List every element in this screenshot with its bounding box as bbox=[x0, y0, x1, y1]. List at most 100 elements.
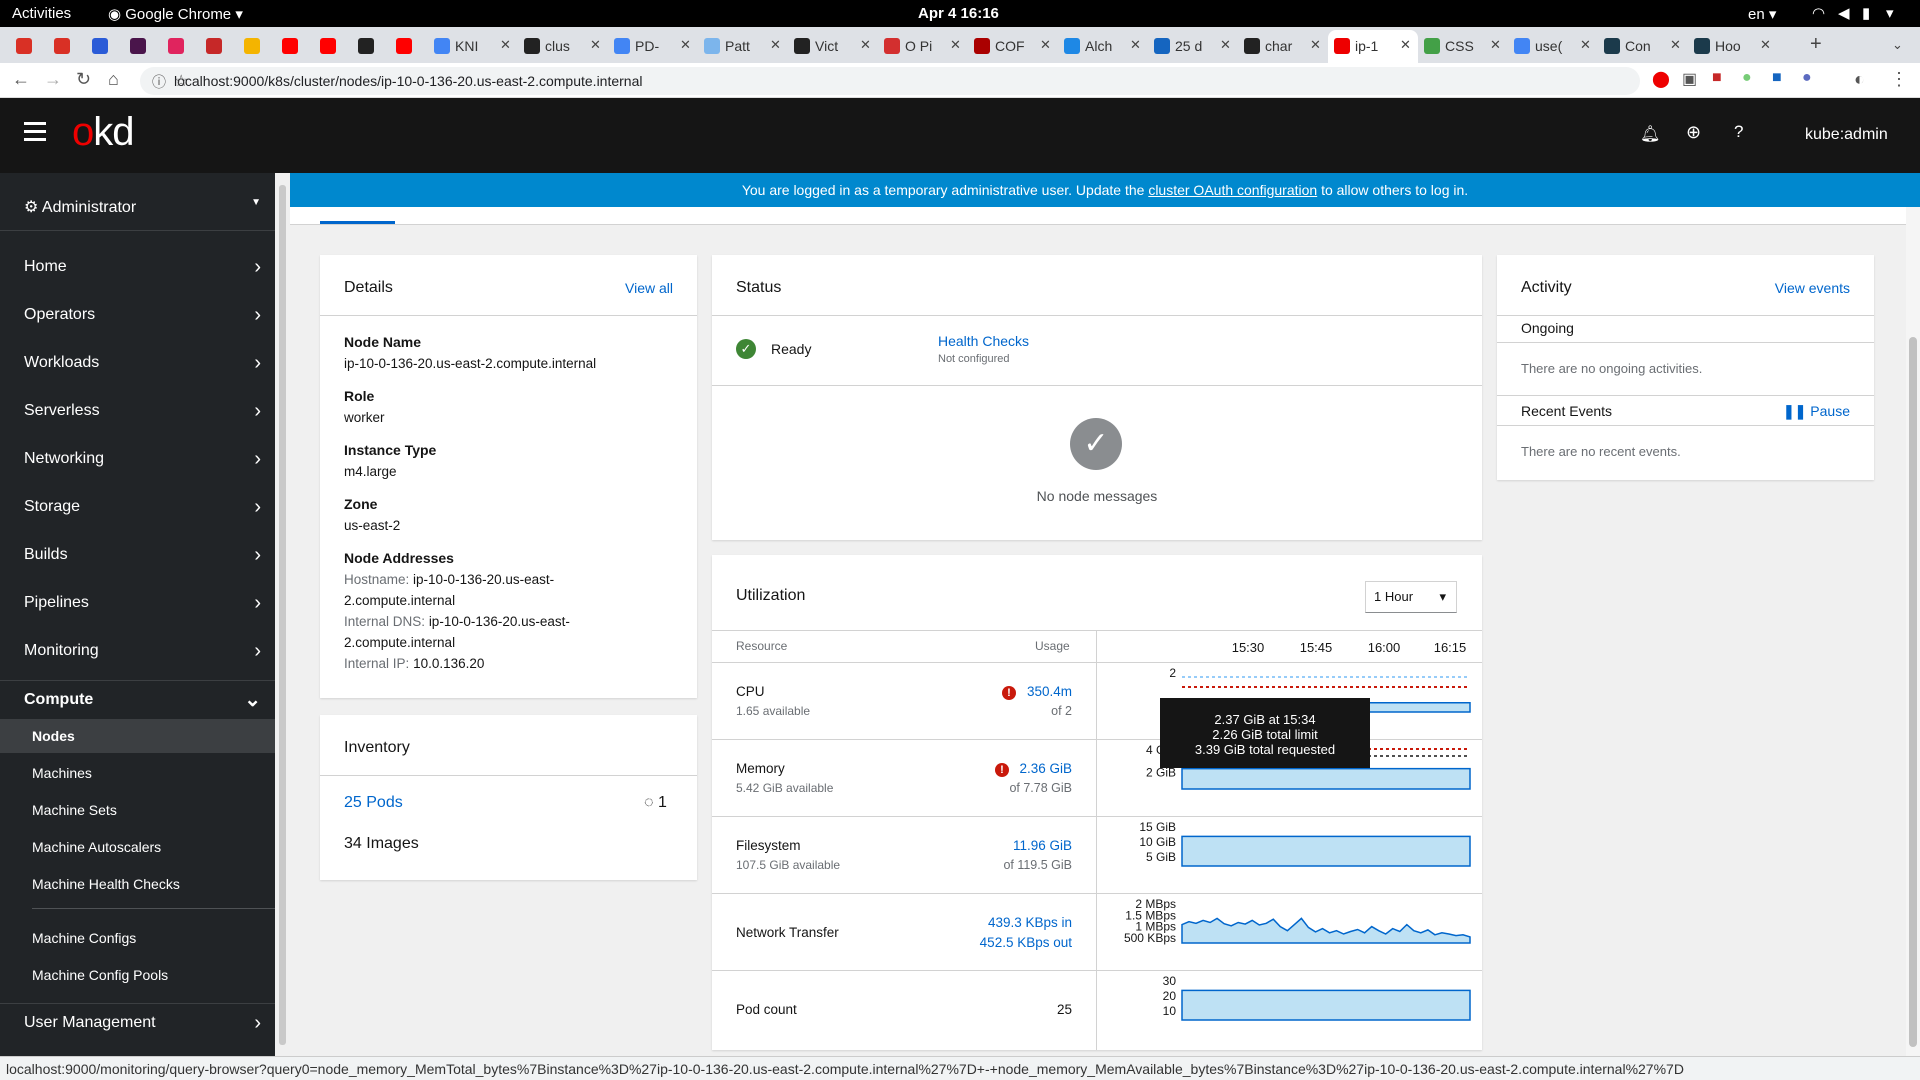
extension-icon-3[interactable]: ■ bbox=[1772, 69, 1782, 87]
time-range-dropdown[interactable]: 1 Hour ▾ bbox=[1365, 581, 1457, 613]
tab-title: Alch bbox=[1085, 38, 1113, 54]
health-checks-link[interactable]: Health Checks bbox=[938, 333, 1029, 349]
browser-tab[interactable] bbox=[162, 30, 200, 63]
profile-avatar[interactable]: ◐ bbox=[1854, 69, 1865, 90]
tab-close-icon[interactable]: ✕ bbox=[500, 37, 511, 53]
nav-item-user-management[interactable]: User Management › bbox=[0, 1003, 275, 1043]
nav-subitem-machine-health-checks[interactable]: Machine Health Checks bbox=[0, 867, 275, 901]
sparkline-pod-count[interactable]: 302010 bbox=[1163, 974, 1471, 1021]
pods-link[interactable]: 25 Pods bbox=[344, 794, 403, 812]
tab-close-icon[interactable]: ✕ bbox=[1400, 37, 1411, 53]
hamburger-menu-icon[interactable] bbox=[24, 122, 46, 141]
nav-subitem-machines[interactable]: Machines bbox=[0, 756, 275, 790]
browser-tab[interactable] bbox=[48, 30, 86, 63]
tab-close-icon[interactable]: ✕ bbox=[1310, 37, 1321, 53]
nav-item-operators[interactable]: Operators › bbox=[0, 296, 275, 334]
app-menu[interactable]: ◉ Google Chrome ▾ bbox=[108, 5, 243, 23]
util-row-usage-value[interactable]: 350.4m bbox=[1027, 684, 1072, 699]
tab-close-icon[interactable]: ✕ bbox=[590, 37, 601, 53]
bookmark-star-icon[interactable]: ☆ bbox=[174, 71, 1626, 91]
battery-icon[interactable]: ▮ bbox=[1862, 4, 1870, 22]
tab-search-icon[interactable]: ⌄ bbox=[1892, 37, 1903, 53]
extension-icon[interactable]: ■ bbox=[1712, 69, 1722, 87]
browser-tab[interactable] bbox=[86, 30, 124, 63]
browser-tab[interactable] bbox=[390, 30, 428, 63]
chrome-menu-icon[interactable]: ⋮ bbox=[1890, 69, 1908, 90]
sparkline-network-transfer[interactable]: 2 MBps1.5 MBps1 MBps500 KBps bbox=[1124, 897, 1471, 945]
sidebar-scrollbar[interactable] bbox=[278, 173, 288, 1053]
nav-item-serverless[interactable]: Serverless › bbox=[0, 392, 275, 430]
nav-item-home[interactable]: Home › bbox=[0, 248, 275, 286]
no-node-messages: No node messages bbox=[1036, 488, 1158, 504]
info-icon[interactable]: ⓘ bbox=[152, 72, 166, 92]
nav-item-pipelines[interactable]: Pipelines › bbox=[0, 584, 275, 622]
nav-subitem-machine-sets[interactable]: Machine Sets bbox=[0, 793, 275, 827]
browser-tab[interactable] bbox=[352, 30, 390, 63]
clock[interactable]: Apr 4 16:16 bbox=[918, 5, 999, 22]
forward-icon[interactable]: → bbox=[44, 69, 62, 90]
wifi-icon[interactable]: ◠ bbox=[1812, 4, 1825, 22]
address-bar[interactable]: ⓘ localhost:9000/k8s/cluster/nodes/ip-10… bbox=[140, 67, 1640, 95]
view-events-link[interactable]: View events bbox=[1775, 280, 1850, 296]
system-menu-chevron-icon[interactable]: ▾ bbox=[1886, 4, 1894, 22]
browser-tab[interactable] bbox=[238, 30, 276, 63]
nav-subitem-nodes[interactable]: Nodes bbox=[0, 719, 275, 753]
tab-close-icon[interactable]: ✕ bbox=[860, 37, 871, 53]
add-icon[interactable]: ⊕ bbox=[1686, 122, 1701, 143]
volume-icon[interactable]: ◀ bbox=[1838, 4, 1850, 22]
extension-icon-2[interactable]: ● bbox=[1742, 69, 1752, 87]
nav-item-storage[interactable]: Storage › bbox=[0, 488, 275, 526]
tab-close-icon[interactable]: ✕ bbox=[1490, 37, 1501, 53]
home-icon[interactable]: ⌂ bbox=[108, 69, 119, 90]
nav-item-monitoring[interactable]: Monitoring › bbox=[0, 632, 275, 670]
tab-close-icon[interactable]: ✕ bbox=[1040, 37, 1051, 53]
activities-button[interactable]: Activities bbox=[12, 5, 71, 22]
browser-tab[interactable] bbox=[124, 30, 162, 63]
nav-item-builds[interactable]: Builds › bbox=[0, 536, 275, 574]
user-menu[interactable]: kube:admin bbox=[1805, 126, 1888, 144]
nav-subitem-machine-config-pools[interactable]: Machine Config Pools bbox=[0, 958, 275, 992]
camera-extension-icon[interactable]: ▣ bbox=[1682, 69, 1697, 89]
browser-tab[interactable] bbox=[314, 30, 352, 63]
util-row-total[interactable]: 452.5 KBps out bbox=[980, 935, 1072, 950]
tab-close-icon[interactable]: ✕ bbox=[1670, 37, 1681, 53]
opera-extension-icon[interactable]: ⬤ bbox=[1652, 69, 1670, 89]
tab-close-icon[interactable]: ✕ bbox=[680, 37, 691, 53]
tab-close-icon[interactable]: ✕ bbox=[1580, 37, 1591, 53]
pods-pending-indicator[interactable]: ◌ 1 bbox=[644, 794, 667, 812]
nav-item-networking[interactable]: Networking › bbox=[0, 440, 275, 478]
nav-item-compute[interactable]: Compute ⌄ bbox=[0, 680, 275, 718]
sparkline-filesystem[interactable]: 15 GiB10 GiB5 GiB bbox=[1139, 820, 1471, 867]
usage-area bbox=[1181, 989, 1471, 1021]
browser-tab[interactable] bbox=[200, 30, 238, 63]
pause-button[interactable]: ❚❚ Pause bbox=[1783, 403, 1850, 420]
help-icon[interactable]: ? bbox=[1734, 122, 1743, 142]
chevron-right-icon: › bbox=[254, 640, 261, 662]
browser-tab[interactable] bbox=[276, 30, 314, 63]
new-tab-icon[interactable]: + bbox=[1810, 33, 1822, 56]
perspective-switcher[interactable]: ⚙ Administrator ▼ bbox=[0, 173, 275, 231]
okd-logo[interactable]: okd bbox=[72, 110, 135, 155]
tab-close-icon[interactable]: ✕ bbox=[950, 37, 961, 53]
util-row-usage-value[interactable]: 11.96 GiB bbox=[1013, 838, 1072, 853]
util-row-usage-value[interactable]: 439.3 KBps in bbox=[988, 915, 1072, 930]
tab-close-icon[interactable]: ✕ bbox=[1760, 37, 1771, 53]
tab-close-icon[interactable]: ✕ bbox=[770, 37, 781, 53]
back-icon[interactable]: ← bbox=[12, 69, 30, 90]
page-scrollbar[interactable] bbox=[1906, 207, 1920, 1057]
internal-dns-line-2: 2.compute.internal bbox=[344, 635, 456, 650]
tab-close-icon[interactable]: ✕ bbox=[1220, 37, 1231, 53]
util-row-usage-value[interactable]: 2.36 GiB bbox=[1019, 761, 1072, 776]
extension-icon-4[interactable]: ● bbox=[1802, 69, 1812, 87]
masthead: okd 🔔︎ ⊕ ? kube:admin bbox=[0, 98, 1920, 173]
nav-item-workloads[interactable]: Workloads › bbox=[0, 344, 275, 382]
browser-tab[interactable] bbox=[10, 30, 48, 63]
reload-icon[interactable]: ↻ bbox=[76, 69, 91, 90]
oauth-config-link[interactable]: cluster OAuth configuration bbox=[1148, 182, 1317, 198]
notifications-bell-icon[interactable]: 🔔︎ bbox=[1640, 124, 1660, 144]
nav-subitem-machine-autoscalers[interactable]: Machine Autoscalers bbox=[0, 830, 275, 864]
tab-close-icon[interactable]: ✕ bbox=[1130, 37, 1141, 53]
nav-subitem-machine-configs[interactable]: Machine Configs bbox=[0, 921, 275, 955]
language-indicator[interactable]: en ▾ bbox=[1748, 5, 1776, 23]
view-all-link[interactable]: View all bbox=[625, 280, 673, 296]
